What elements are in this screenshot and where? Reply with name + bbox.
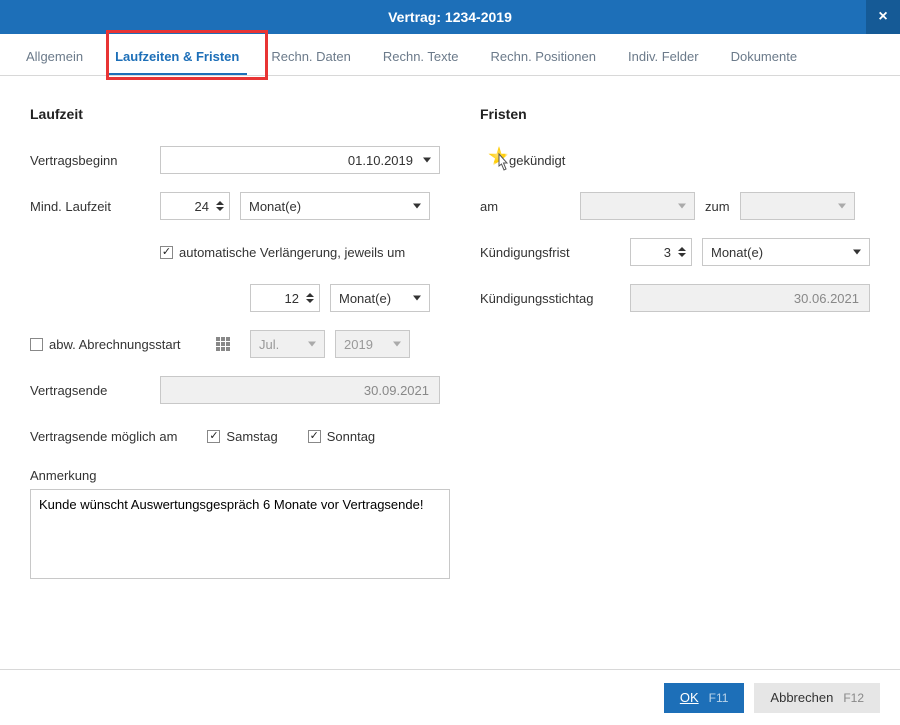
label-am: am <box>480 199 550 214</box>
input-kuendigungsfrist[interactable]: 3 <box>630 238 692 266</box>
close-icon: × <box>878 8 887 26</box>
tab-rechn-daten[interactable]: Rechn. Daten <box>255 38 367 75</box>
laufzeit-column: Laufzeit Vertragsbeginn 01.10.2019 Mind.… <box>30 106 450 659</box>
titlebar: Vertrag: 1234-2019 × <box>0 0 900 34</box>
spin-up-icon[interactable] <box>216 201 224 205</box>
input-gekuendigt-zum <box>740 192 855 220</box>
checkbox-gekuendigt[interactable]: gekündigt <box>480 153 565 168</box>
checkbox-icon <box>160 246 173 259</box>
dropdown-icon <box>853 250 861 255</box>
tab-rechn-texte[interactable]: Rechn. Texte <box>367 38 475 75</box>
checkbox-auto-verlaengerung[interactable]: automatische Verlängerung, jeweils um <box>160 245 405 260</box>
input-auto-verl-value[interactable]: 12 <box>250 284 320 312</box>
tabbar: Allgemein Laufzeiten & Fristen Rechn. Da… <box>0 34 900 76</box>
checkbox-abw-abrechnungsstart[interactable]: abw. Abrechnungsstart <box>30 337 210 352</box>
spin-down-icon[interactable] <box>678 253 686 257</box>
select-mind-laufzeit-unit[interactable]: Monat(e) <box>240 192 430 220</box>
dropdown-icon <box>678 204 686 209</box>
checkbox-icon <box>308 430 321 443</box>
tab-dokumente[interactable]: Dokumente <box>715 38 813 75</box>
textarea-anmerkung[interactable] <box>30 489 450 579</box>
close-button[interactable]: × <box>866 0 900 34</box>
input-gekuendigt-am <box>580 192 695 220</box>
tab-laufzeiten-fristen[interactable]: Laufzeiten & Fristen <box>99 38 255 75</box>
cancel-button[interactable]: Abbrechen F12 <box>754 683 880 713</box>
spin-up-icon[interactable] <box>678 247 686 251</box>
dropdown-icon <box>838 204 846 209</box>
tab-rechn-positionen[interactable]: Rechn. Positionen <box>474 38 612 75</box>
tab-indiv-felder[interactable]: Indiv. Felder <box>612 38 715 75</box>
label-vertragsende: Vertragsende <box>30 383 160 398</box>
spin-down-icon[interactable] <box>216 207 224 211</box>
checkbox-icon <box>30 338 43 351</box>
tab-allgemein[interactable]: Allgemein <box>10 38 99 75</box>
select-abw-year: 2019 <box>335 330 410 358</box>
checkbox-sonntag[interactable]: Sonntag <box>308 429 375 444</box>
input-vertragsbeginn-value: 01.10.2019 <box>348 153 413 168</box>
select-abw-month: Jul. <box>250 330 325 358</box>
spin-up-icon[interactable] <box>306 293 314 297</box>
dropdown-icon <box>308 342 316 347</box>
label-kuendigungsstichtag: Kündigungsstichtag <box>480 291 630 306</box>
select-auto-verl-unit[interactable]: Monat(e) <box>330 284 430 312</box>
section-title-laufzeit: Laufzeit <box>30 106 450 122</box>
input-mind-laufzeit[interactable]: 24 <box>160 192 230 220</box>
checkbox-samstag[interactable]: Samstag <box>207 429 277 444</box>
label-mind-laufzeit: Mind. Laufzeit <box>30 199 160 214</box>
section-title-fristen: Fristen <box>480 106 870 122</box>
label-zum: zum <box>705 199 730 214</box>
dropdown-icon <box>413 296 421 301</box>
dialog-window: Vertrag: 1234-2019 × Allgemein Laufzeite… <box>0 0 900 725</box>
label-anmerkung: Anmerkung <box>30 468 450 483</box>
spin-down-icon[interactable] <box>306 299 314 303</box>
input-vertragsbeginn[interactable]: 01.10.2019 <box>160 146 440 174</box>
label-kuendigungsfrist: Kündigungsfrist <box>480 245 630 260</box>
footer: OK F11 Abbrechen F12 <box>0 669 900 725</box>
content-area: Laufzeit Vertragsbeginn 01.10.2019 Mind.… <box>0 76 900 669</box>
ok-button[interactable]: OK F11 <box>664 683 745 713</box>
checkbox-icon <box>207 430 220 443</box>
dropdown-icon <box>423 158 431 163</box>
label-vertragsbeginn: Vertragsbeginn <box>30 153 160 168</box>
input-vertragsende: 30.09.2021 <box>160 376 440 404</box>
input-kuendigungsstichtag: 30.06.2021 <box>630 284 870 312</box>
dropdown-icon <box>413 204 421 209</box>
fristen-column: Fristen gekündigt am zum <box>480 106 870 659</box>
dropdown-icon <box>393 342 401 347</box>
calendar-grid-icon[interactable] <box>216 337 230 351</box>
select-kuendigungsfrist-unit[interactable]: Monat(e) <box>702 238 870 266</box>
label-vertragsende-moeglich: Vertragsende möglich am <box>30 429 177 444</box>
window-title: Vertrag: 1234-2019 <box>388 9 512 25</box>
